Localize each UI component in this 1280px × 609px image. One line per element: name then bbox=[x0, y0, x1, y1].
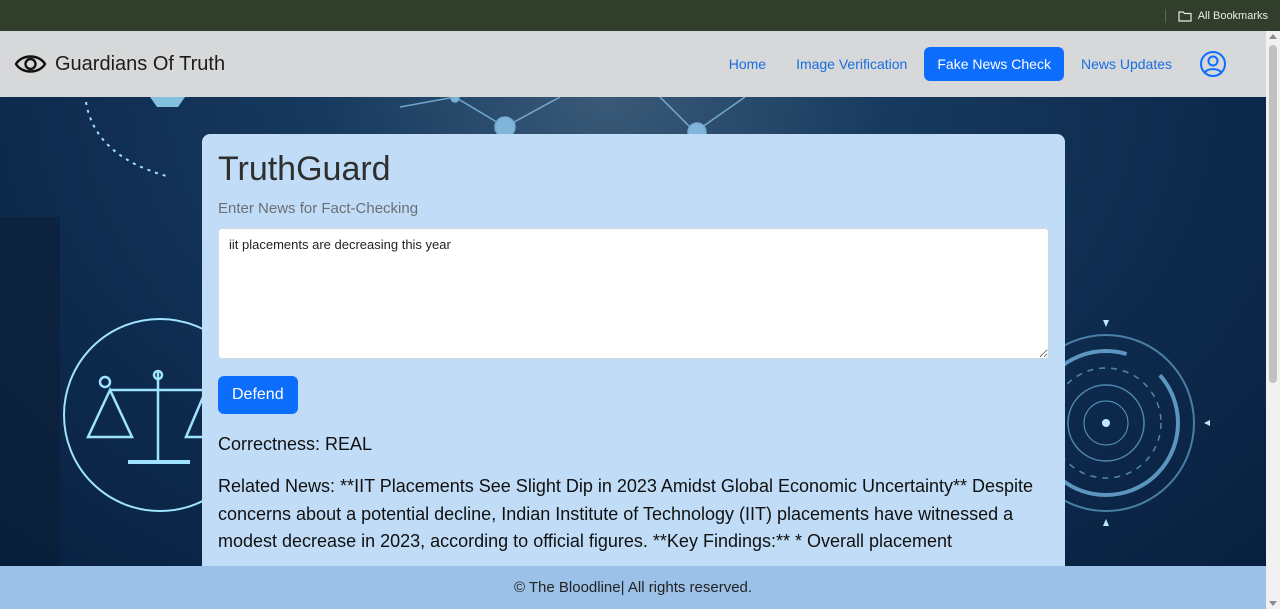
scrollbar[interactable] bbox=[1266, 31, 1280, 609]
all-bookmarks-button[interactable]: All Bookmarks bbox=[1178, 10, 1268, 22]
nav-link-image-verification[interactable]: Image Verification bbox=[783, 47, 920, 81]
nav-link-fake-news-check[interactable]: Fake News Check bbox=[924, 47, 1064, 81]
correctness-result: Correctness: REAL bbox=[218, 434, 373, 455]
nav-links: Home Image Verification Fake News Check … bbox=[712, 47, 1252, 81]
footer: © The Bloodline| All rights reserved. bbox=[0, 566, 1266, 609]
scroll-up-arrow-icon[interactable] bbox=[1269, 34, 1277, 39]
card-subtitle: Enter News for Fact-Checking bbox=[218, 200, 419, 218]
scroll-down-arrow-icon[interactable] bbox=[1269, 601, 1277, 606]
page-title: TruthGuard bbox=[218, 150, 391, 188]
user-circle-icon[interactable] bbox=[1199, 50, 1227, 78]
nav-link-home[interactable]: Home bbox=[716, 47, 779, 81]
brand-title: Guardians Of Truth bbox=[55, 52, 226, 75]
news-input[interactable]: iit placements are decreasing this year bbox=[218, 228, 1049, 360]
bookmarks-bar: All Bookmarks bbox=[0, 0, 1280, 31]
navbar: Guardians Of Truth Home Image Verificati… bbox=[0, 31, 1266, 97]
defend-button[interactable]: Defend bbox=[218, 376, 298, 415]
folder-icon bbox=[1178, 10, 1192, 22]
eye-icon bbox=[14, 55, 47, 73]
fact-check-card: TruthGuard Enter News for Fact-Checking … bbox=[202, 134, 1065, 574]
brand[interactable]: Guardians Of Truth bbox=[14, 52, 225, 76]
bookmarks-divider bbox=[1164, 8, 1166, 23]
scrollbar-thumb[interactable] bbox=[1269, 45, 1277, 383]
all-bookmarks-label: All Bookmarks bbox=[1197, 9, 1268, 22]
footer-text: © The Bloodline| All rights reserved. bbox=[513, 579, 753, 596]
nav-link-news-updates[interactable]: News Updates bbox=[1068, 47, 1185, 81]
related-news-text: Related News: **IIT Placements See Sligh… bbox=[218, 476, 1034, 552]
